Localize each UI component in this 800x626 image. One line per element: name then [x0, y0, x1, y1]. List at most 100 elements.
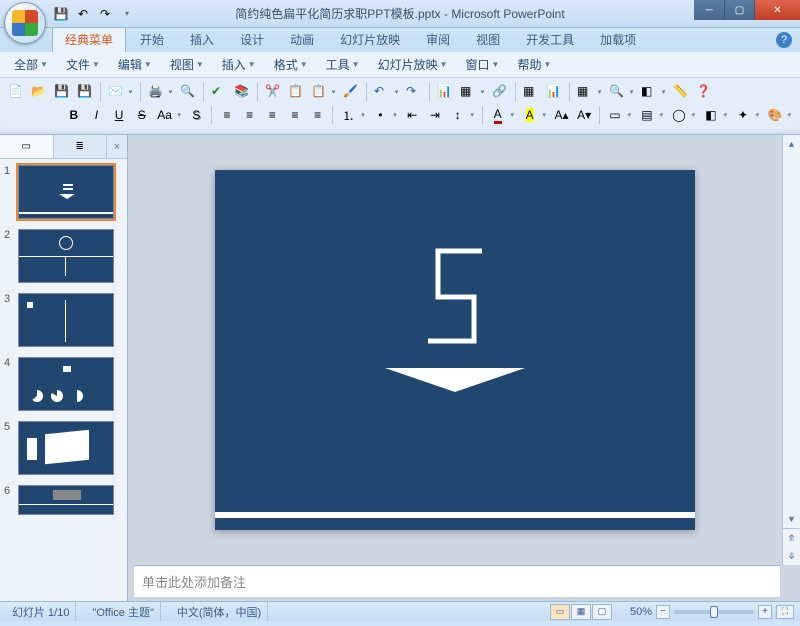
slide-thumbnail-6[interactable] [18, 485, 114, 515]
colormode-drop[interactable]: ▾ [659, 82, 668, 102]
grid-drop[interactable]: ▾ [595, 82, 604, 102]
close-button[interactable]: ✕ [754, 0, 800, 20]
thumbnail-list[interactable]: 1 2 3 4 [0, 159, 127, 601]
zoom-slider[interactable] [674, 610, 754, 614]
align-right-button[interactable]: ≡ [262, 105, 282, 125]
ribbon-tab-addin[interactable]: 加载项 [588, 27, 648, 52]
open-button[interactable]: 📂 [29, 82, 49, 102]
strike-button[interactable]: S [132, 105, 152, 125]
colormode-button[interactable]: ◧ [639, 82, 659, 102]
design-button[interactable]: 🎨 [765, 105, 785, 125]
mail-button[interactable]: ✉️ [106, 82, 126, 102]
next-slide-button[interactable]: ⤋ [783, 547, 800, 565]
paste-button[interactable]: 📋 [309, 82, 329, 102]
chart-button[interactable]: 📊 [435, 82, 455, 102]
menu-help[interactable]: 帮助▼ [509, 53, 559, 76]
spell-button[interactable]: ✔ [209, 82, 229, 102]
insert-chart-button[interactable]: 📊 [544, 82, 564, 102]
ribbon-tab-dev[interactable]: 开发工具 [514, 27, 586, 52]
print-button[interactable]: 🖨️ [146, 82, 166, 102]
qat-undo-button[interactable]: ↶ [74, 5, 92, 23]
indent-inc-button[interactable]: ⇥ [425, 105, 445, 125]
office-button[interactable] [4, 2, 46, 44]
copy-button[interactable]: 📋 [286, 82, 306, 102]
redo-button[interactable]: ↷ [404, 82, 424, 102]
cut-button[interactable]: ✂️ [263, 82, 283, 102]
format-painter-button[interactable]: 🖌️ [341, 82, 361, 102]
slide-canvas[interactable] [128, 135, 782, 565]
changecase-drop[interactable]: ▾ [175, 105, 184, 125]
quickstyle-drop[interactable]: ▾ [753, 105, 762, 125]
slide-thumbnail-3[interactable] [18, 293, 114, 347]
undo-drop[interactable]: ▾ [392, 82, 401, 102]
shadow-button[interactable]: S [187, 105, 207, 125]
view-normal-button[interactable]: ▭ [550, 604, 570, 620]
status-language[interactable]: 中文(简体，中国) [171, 602, 268, 621]
inc-fontsize-button[interactable]: A▴ [552, 105, 572, 125]
numlist-drop[interactable]: ▾ [358, 105, 367, 125]
prev-slide-button[interactable]: ⤊ [783, 529, 800, 547]
scroll-up-button[interactable]: ▲ [783, 135, 800, 153]
saveall-button[interactable]: 💾 [75, 82, 95, 102]
zoom-drop[interactable]: ▾ [627, 82, 636, 102]
zoom-out-button[interactable]: − [656, 605, 670, 619]
minimize-button[interactable]: ─ [694, 0, 724, 20]
ribbon-tab-home[interactable]: 开始 [128, 27, 176, 52]
menu-insert[interactable]: 插入▼ [214, 53, 264, 76]
italic-button[interactable]: I [87, 105, 107, 125]
tb-help-button[interactable]: ❓ [694, 82, 714, 102]
arrange-drop[interactable]: ▾ [721, 105, 730, 125]
print-drop[interactable]: ▾ [166, 82, 175, 102]
new-button[interactable]: 📄 [6, 82, 26, 102]
arrange-button[interactable]: ◧ [701, 105, 721, 125]
menu-all[interactable]: 全部▼ [6, 53, 56, 76]
ribbon-tab-design[interactable]: 设计 [228, 27, 276, 52]
underline-button[interactable]: U [109, 105, 129, 125]
notes-pane[interactable]: 单击此处添加备注 [134, 565, 780, 597]
help-icon[interactable]: ? [776, 32, 792, 48]
ribbon-tab-review[interactable]: 审阅 [414, 27, 462, 52]
slide-thumbnail-1[interactable] [18, 165, 114, 219]
slide-thumbnail-4[interactable] [18, 357, 114, 411]
changecase-button[interactable]: Aa [155, 105, 175, 125]
mail-drop[interactable]: ▾ [126, 82, 135, 102]
dec-fontsize-button[interactable]: A▾ [574, 105, 594, 125]
vertical-scrollbar[interactable]: ▲ ▼ ⤊ ⤋ [782, 135, 800, 565]
linespace-button[interactable]: ↕ [448, 105, 468, 125]
table-drop[interactable]: ▾ [478, 82, 487, 102]
paste-drop[interactable]: ▾ [329, 82, 338, 102]
align-justify-button[interactable]: ≡ [285, 105, 305, 125]
ribbon-tab-classic[interactable]: 经典菜单 [52, 26, 126, 52]
view-slideshow-button[interactable]: ▢ [592, 604, 612, 620]
panel-close-button[interactable]: × [107, 135, 127, 158]
highlight-button[interactable]: A [520, 105, 540, 125]
preview-button[interactable]: 🔍 [178, 82, 198, 102]
newslide-drop[interactable]: ▾ [625, 105, 634, 125]
bullist-button[interactable]: • [370, 105, 390, 125]
align-center-button[interactable]: ≡ [240, 105, 260, 125]
menu-edit[interactable]: 编辑▼ [110, 53, 160, 76]
research-button[interactable]: 📚 [232, 82, 252, 102]
menu-tools[interactable]: 工具▼ [318, 53, 368, 76]
highlight-drop[interactable]: ▾ [540, 105, 549, 125]
undo-button[interactable]: ↶ [372, 82, 392, 102]
shapes-button[interactable]: ◯ [669, 105, 689, 125]
menu-format[interactable]: 格式▼ [266, 53, 316, 76]
ribbon-tab-slideshow[interactable]: 幻灯片放映 [328, 27, 412, 52]
menu-view[interactable]: 视图▼ [162, 53, 212, 76]
menu-window[interactable]: 窗口▼ [458, 53, 508, 76]
align-left-button[interactable]: ≡ [217, 105, 237, 125]
status-theme[interactable]: "Office 主题" [86, 602, 160, 621]
ruler-button[interactable]: 📏 [671, 82, 691, 102]
qat-save-button[interactable]: 💾 [52, 5, 70, 23]
zoom-value[interactable]: 50% [630, 606, 652, 618]
view-sorter-button[interactable]: ▦ [571, 604, 591, 620]
new-slide-button[interactable]: ▭ [605, 105, 625, 125]
fontcolor-drop[interactable]: ▾ [508, 105, 517, 125]
ribbon-tab-animation[interactable]: 动画 [278, 27, 326, 52]
zoom-in-button[interactable]: + [758, 605, 772, 619]
layout-button[interactable]: ▤ [637, 105, 657, 125]
design-drop[interactable]: ▾ [785, 105, 794, 125]
ribbon-tab-insert[interactable]: 插入 [178, 27, 226, 52]
menu-file[interactable]: 文件▼ [58, 53, 108, 76]
